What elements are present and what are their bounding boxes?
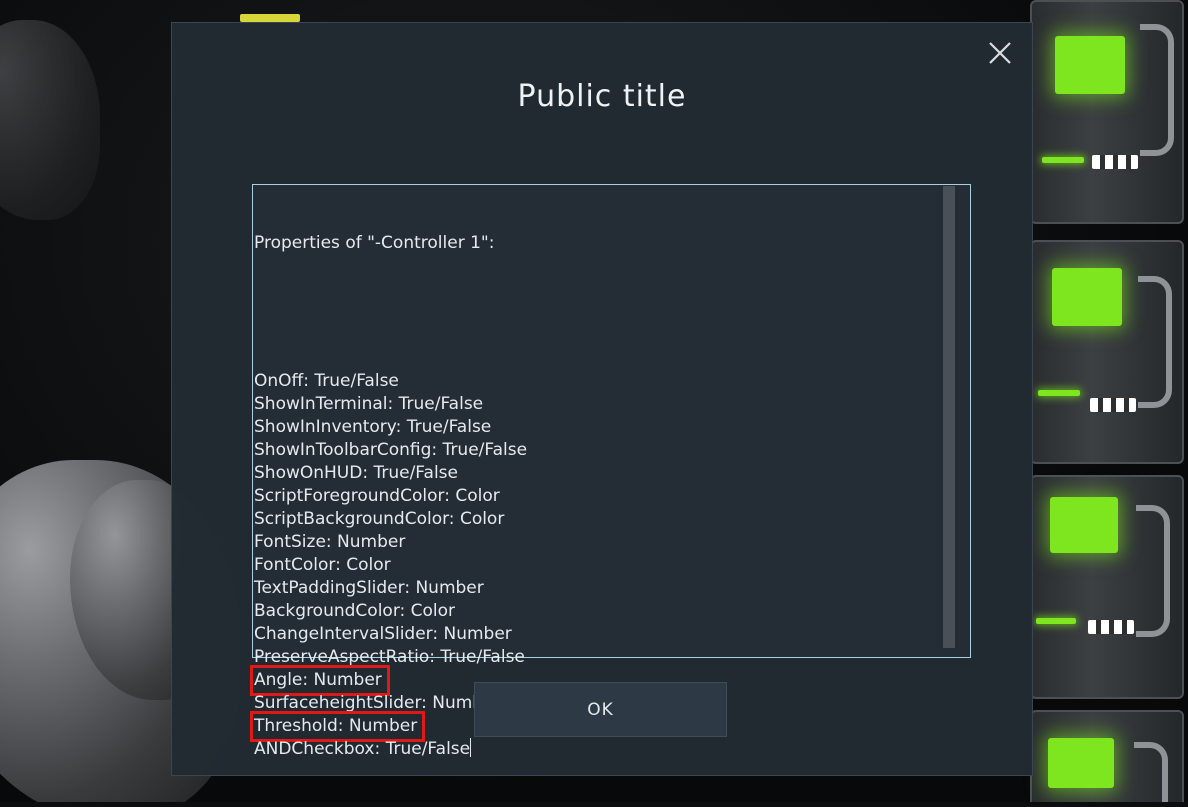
rack-handle: [1134, 742, 1168, 802]
highlighted-property-text: Angle: Number: [250, 665, 390, 696]
highlighted-property-text: Threshold: Number: [249, 711, 426, 742]
property-line: FontSize: Number: [254, 531, 940, 554]
rack-screen: [1048, 738, 1114, 788]
property-line: ANDCheckbox: True/False: [254, 738, 940, 761]
dialog-title: Public title: [517, 79, 687, 114]
property-text: ScriptBackgroundColor: Color: [254, 509, 505, 529]
properties-dialog: Public title Properties of "-Controller …: [171, 22, 1033, 776]
rack-screen: [1050, 497, 1118, 553]
scrollbar[interactable]: [943, 186, 955, 648]
rack-keys: [1088, 620, 1134, 634]
ok-button[interactable]: OK: [474, 682, 727, 737]
rack-led: [1038, 390, 1080, 396]
property-text: ANDCheckbox: True/False: [254, 739, 471, 759]
property-text: PreserveAspectRatio: True/False: [254, 647, 525, 667]
rack-led: [1042, 157, 1084, 163]
property-line: ShowInTerminal: True/False: [254, 393, 940, 416]
property-line: ChangeIntervalSlider: Number: [254, 623, 940, 646]
asteroid-rock: [0, 20, 100, 220]
rack-led: [1036, 618, 1076, 624]
property-line: TextPaddingSlider: Number: [254, 577, 940, 600]
property-text: BackgroundColor: Color: [254, 601, 456, 621]
rack-keys: [1090, 398, 1136, 412]
rack-handle: [1140, 24, 1174, 156]
property-line: PreserveAspectRatio: True/False: [254, 646, 940, 669]
property-line: ShowOnHUD: True/False: [254, 462, 940, 485]
properties-text-area[interactable]: Properties of "-Controller 1": OnOff: Tr…: [249, 184, 971, 759]
close-icon: [989, 42, 1011, 64]
property-text: ChangeIntervalSlider: Number: [254, 624, 512, 644]
property-line: ShowInToolbarConfig: True/False: [254, 439, 940, 462]
property-text: FontSize: Number: [254, 532, 406, 552]
property-line: FontColor: Color: [254, 554, 940, 577]
property-text: ShowInInventory: True/False: [254, 417, 492, 437]
property-text: ShowInToolbarConfig: True/False: [254, 440, 528, 460]
property-line: BackgroundColor: Color: [254, 600, 940, 623]
close-button[interactable]: [984, 37, 1016, 69]
rack-keys: [1092, 155, 1138, 169]
rack-handle: [1136, 505, 1170, 637]
property-text: FontColor: Color: [254, 555, 391, 575]
property-text: ShowInTerminal: True/False: [254, 394, 484, 414]
text-caret: [470, 738, 472, 757]
property-text: OnOff: True/False: [254, 371, 399, 391]
background-object: [240, 14, 300, 22]
rack-handle: [1138, 276, 1172, 408]
property-line: ShowInInventory: True/False: [254, 416, 940, 439]
properties-header: Properties of "-Controller 1":: [254, 233, 495, 253]
rack-screen: [1052, 268, 1122, 326]
property-text: ShowOnHUD: True/False: [254, 463, 458, 483]
rack-screen: [1055, 36, 1125, 94]
property-line: ScriptBackgroundColor: Color: [254, 508, 940, 531]
property-line: ScriptForegroundColor: Color: [254, 485, 940, 508]
property-text: SurfaceheightSlider: Number: [254, 693, 501, 713]
property-text: ScriptForegroundColor: Color: [254, 486, 500, 506]
property-line: OnOff: True/False: [254, 370, 940, 393]
property-text: TextPaddingSlider: Number: [254, 578, 484, 598]
